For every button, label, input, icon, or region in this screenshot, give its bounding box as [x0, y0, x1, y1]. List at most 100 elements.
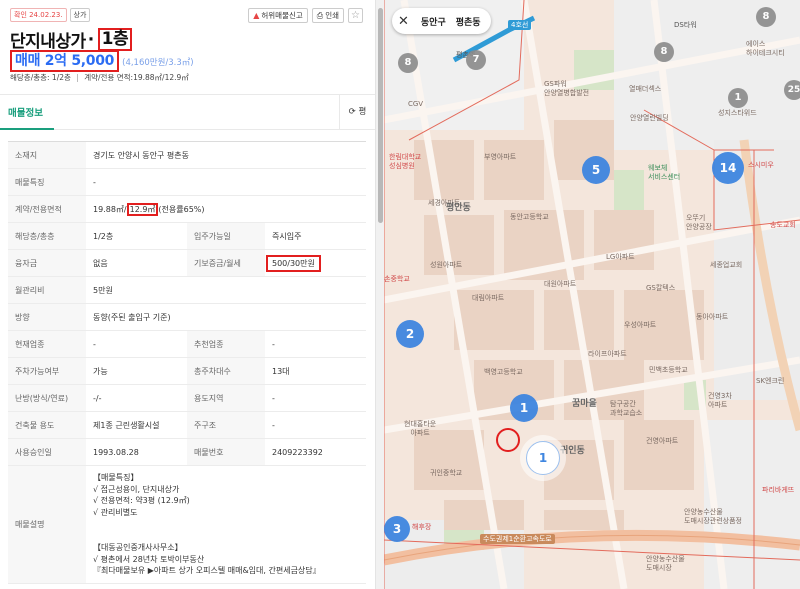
unit-toggle-button[interactable]: ⟳ 평	[339, 95, 375, 129]
deposit-value: 500/30만원	[266, 254, 321, 272]
panel-scrollbar[interactable]	[375, 0, 384, 589]
poi-label: 세종업교회	[710, 261, 743, 269]
region-selector[interactable]: ✕ 동안구 평촌동	[392, 8, 491, 34]
poi-label: LG아파트	[606, 253, 635, 261]
desc-line: 『최다매물보유 ▶아파트 상가 오피스텔 매매&임대, 간편세금상담』	[93, 566, 321, 575]
tab-active-indicator	[0, 128, 54, 130]
poi-label: DS타워	[674, 21, 697, 29]
listing-cluster-marker[interactable]: 3	[384, 516, 410, 542]
summary-separator: |	[76, 73, 79, 82]
table-row: 사용승인일 1993.08.28 매물번호 2409223392	[8, 438, 366, 466]
poi-label: 탐구공간 과학교습소	[610, 400, 643, 417]
direction-label: 방향	[8, 303, 86, 331]
desc-spacer	[93, 530, 359, 542]
address-label: 소재지	[8, 141, 86, 169]
listing-cluster-marker[interactable]: 8	[654, 42, 674, 62]
table-row: 소재지 경기도 안양시 동안구 평촌동	[8, 141, 366, 169]
listing-cluster-marker[interactable]: 8	[756, 7, 776, 27]
poi-label: 에이스 하이테크시티	[746, 40, 785, 57]
heating-label: 난방(방식/연료)	[8, 384, 86, 412]
poi-label: 송도교회	[770, 221, 796, 229]
refresh-icon: ⟳	[348, 107, 356, 117]
listing-cluster-marker[interactable]: 1	[510, 394, 538, 422]
header-actions: ▲ 허위매물신고 ⎙ 인쇄 ☆	[248, 8, 363, 23]
movein-value: 즉시입주	[265, 222, 366, 250]
listing-cluster-marker[interactable]: 8	[398, 53, 418, 73]
poi-label: 민백초등학교	[649, 366, 688, 374]
map-view[interactable]: ✕ 동안구 평촌동 DS타워 평촌역 GS파워 안양열병합발전 CGV 열매더섹…	[384, 0, 800, 589]
poi-label: 귀인동	[560, 446, 585, 456]
loan-label: 융자금	[8, 249, 86, 277]
close-icon[interactable]: ✕	[398, 14, 409, 29]
summary-area: 계약/전용 면적:19.88㎡/12.9㎡	[84, 73, 189, 82]
listing-summary: 해당층/총층: 1/2층 | 계약/전용 면적:19.88㎡/12.9㎡	[10, 72, 189, 83]
poi-label: 웨보체 서비스센터	[648, 164, 681, 181]
poi-label: 백영고등학교	[484, 368, 523, 376]
desc-label: 매물설명	[8, 465, 86, 584]
print-button[interactable]: ⎙ 인쇄	[311, 8, 344, 23]
favorite-button[interactable]: ☆	[348, 8, 363, 23]
desc-line: 【매물특징】	[93, 473, 139, 482]
poi-label: 안양열린빌딩	[630, 114, 669, 122]
feature-value: -	[86, 168, 366, 196]
poi-label: GS파워 안양열병합발전	[544, 80, 590, 97]
report-label: 허위매물신고	[261, 11, 303, 20]
deposit-label: 기보증금/월세	[187, 249, 265, 277]
poi-label: 우성아파트	[624, 321, 657, 329]
report-button[interactable]: ▲ 허위매물신고	[248, 8, 308, 23]
listing-panel: 확인 24.02.23. 상가 ▲ 허위매물신고 ⎙ 인쇄 ☆ 단지내상가 · …	[0, 0, 375, 589]
poi-label: 성지스타위드	[718, 109, 757, 117]
poi-label: 동안고등학교	[510, 213, 549, 221]
area-value: 19.88㎡/12.9㎡ (전용률65%)	[86, 195, 366, 223]
zone-label: 용도지역	[187, 384, 265, 412]
table-row: 매물설명 【매물특징】 √ 접근성용이, 단지내상가 √ 전용면적: 약3평 (…	[8, 465, 366, 584]
category-tag: 상가	[69, 8, 91, 22]
listing-cluster-marker[interactable]: 2	[396, 320, 424, 348]
listing-cluster-marker[interactable]: 5	[582, 156, 610, 184]
mgmt-value: 5만원	[86, 276, 366, 304]
desc-spacer	[93, 518, 359, 530]
poi-label: 오뚜기 안양공장	[686, 214, 712, 231]
poi-label: 대림아파트	[472, 294, 505, 302]
target-location-marker	[496, 428, 520, 452]
recommend-label: 추천업종	[187, 330, 265, 358]
listing-cluster-marker[interactable]: 25	[784, 80, 800, 100]
poi-label: 부영아파트	[484, 153, 517, 161]
table-row: 건축물 용도 제1종 근린생활시설 주구조 -	[8, 411, 366, 439]
table-row: 해당층/총층 1/2층 입주가능일 즉시입주	[8, 222, 366, 250]
poi-label: 성원아파트	[430, 261, 463, 269]
table-row: 계약/전용면적 19.88㎡/12.9㎡ (전용률65%)	[8, 195, 366, 223]
desc-line: √ 관리비별도	[93, 507, 138, 517]
address-value: 경기도 안양시 동안구 평촌동	[86, 141, 366, 169]
total-parking-value: 13대	[265, 357, 366, 385]
listing-cluster-marker[interactable]: 7	[466, 50, 486, 70]
listing-cluster-marker[interactable]: 14	[712, 152, 744, 184]
siren-icon: ▲	[253, 11, 260, 20]
poi-label: 꿈마을	[572, 399, 597, 409]
star-icon: ☆	[351, 10, 360, 21]
tab-bar: 매물정보 ⟳ 평	[0, 94, 375, 130]
desc-line: √ 접근성용이, 단지내상가	[93, 484, 180, 494]
floor-value: 1/2층	[86, 222, 187, 250]
mgmt-label: 월관리비	[8, 276, 86, 304]
heating-value: -/-	[86, 384, 187, 412]
desc-line: √ 전용면적: 약3평 (12.9㎡)	[93, 496, 190, 505]
business-value: -	[86, 330, 187, 358]
district-label[interactable]: 동안구	[421, 15, 446, 28]
table-row: 융자금 없음 기보증금/월세 500/30만원	[8, 249, 366, 277]
selected-cluster-marker[interactable]: 1	[526, 441, 560, 475]
zone-value: -	[265, 384, 366, 412]
listing-cluster-marker[interactable]: 1	[728, 88, 748, 108]
listing-no-label: 매물번호	[187, 438, 265, 466]
area-label: 계약/전용면적	[8, 195, 86, 223]
tab-listing-info[interactable]: 매물정보	[8, 105, 43, 119]
tag-row: 확인 24.02.23. 상가	[10, 8, 91, 22]
neighborhood-label[interactable]: 평촌동	[456, 15, 481, 28]
floor-label: 해당층/총층	[8, 222, 86, 250]
deposit-cell: 500/30만원	[265, 249, 366, 277]
table-row: 현재업종 - 추천업종 -	[8, 330, 366, 358]
scrollbar-thumb[interactable]	[378, 8, 383, 223]
building-use-value: 제1종 근린생활시설	[86, 411, 187, 439]
poi-label: 안양농수산물 도매시장	[646, 555, 685, 572]
poi-label: 파리바게뜨	[762, 486, 795, 494]
